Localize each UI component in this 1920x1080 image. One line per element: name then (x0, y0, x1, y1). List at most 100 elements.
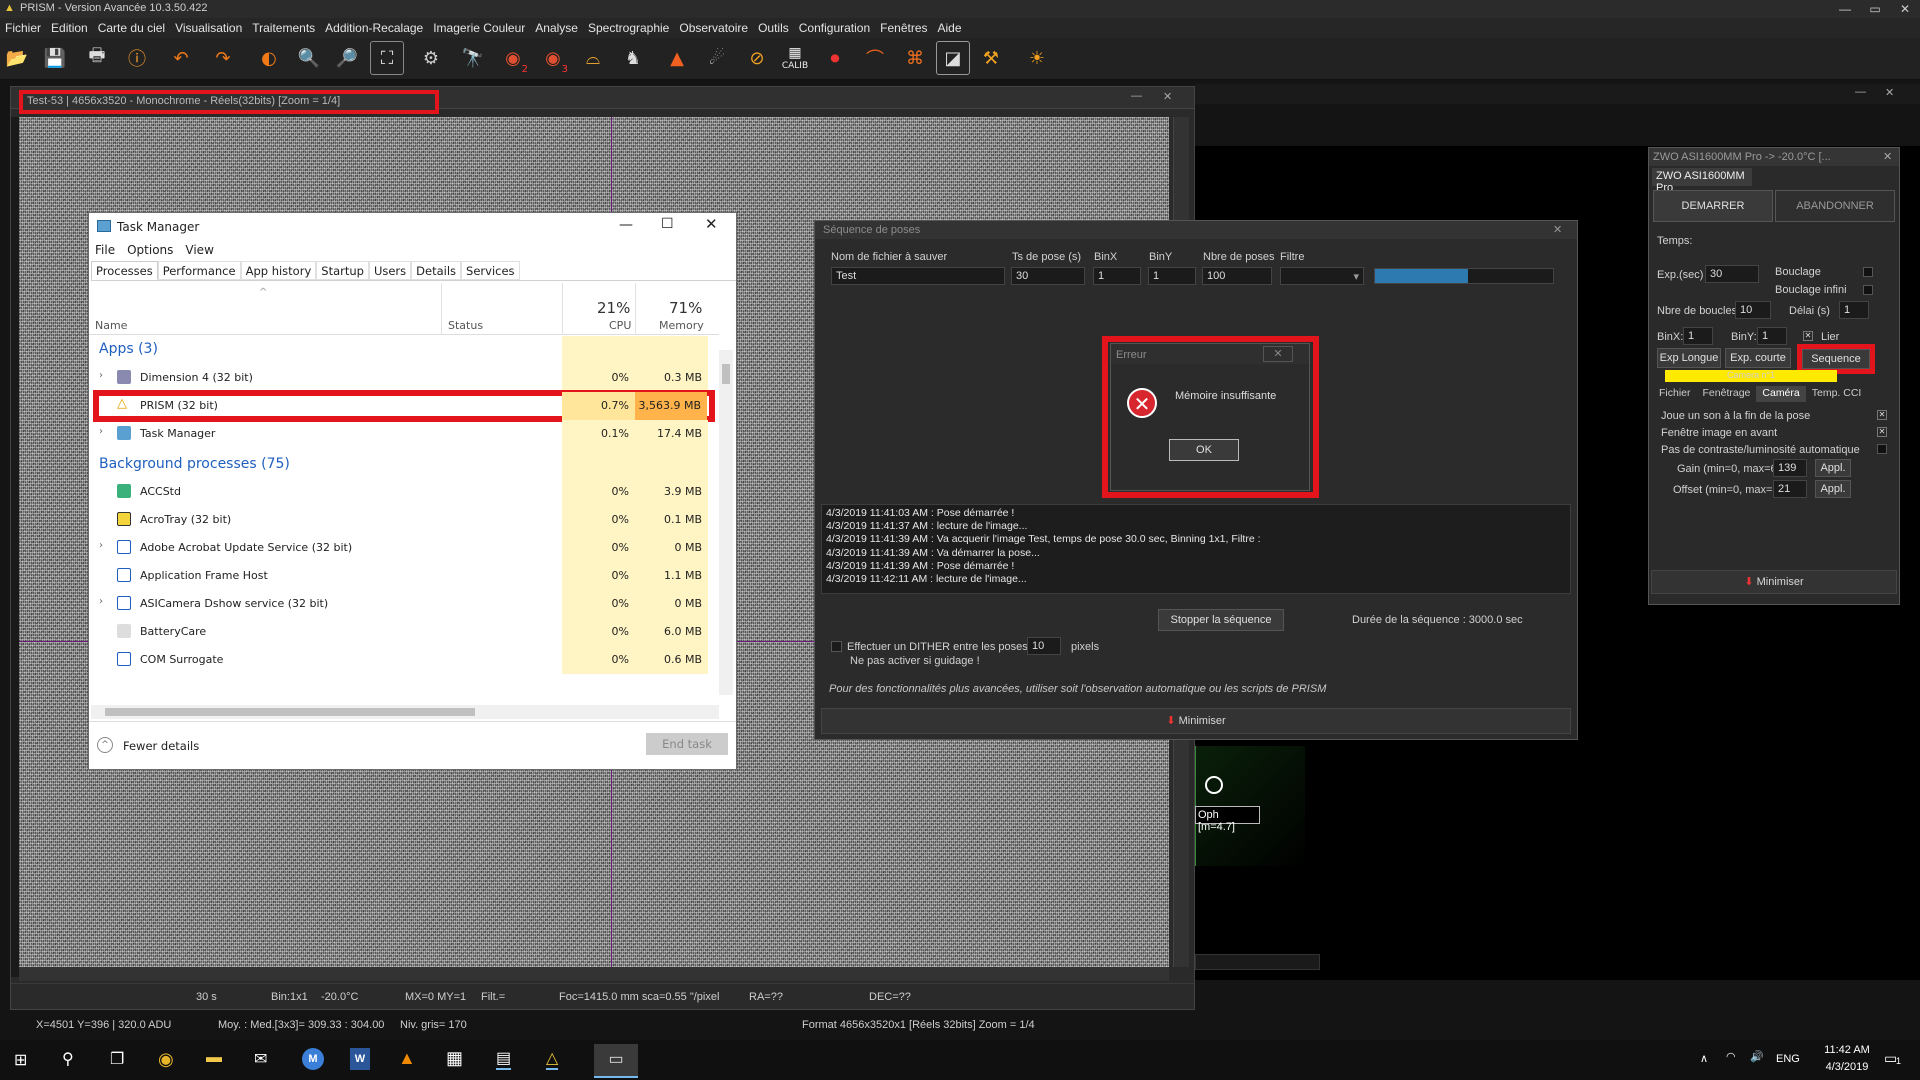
chevron-up-icon[interactable]: ^ (97, 737, 113, 753)
menu-outils[interactable]: Outils (753, 21, 794, 35)
table-row[interactable]: ACCStd 0% 3.9 MB (89, 478, 719, 506)
sequence-close-button[interactable]: ✕ (1553, 223, 1562, 236)
stop-sequence-button[interactable]: Stopper la séquence (1158, 609, 1284, 631)
clock-time[interactable]: 11:42 AM (1818, 1044, 1876, 1056)
calib-button[interactable]: ▦ CALIB (778, 41, 812, 75)
loop-count-stepper[interactable]: 10 (1735, 301, 1771, 319)
camera-model-tab[interactable]: ZWO ASI1600MM Pro (1652, 168, 1752, 194)
chevron-right-icon[interactable]: › (99, 540, 103, 551)
sky-icon[interactable]: ☄ (700, 41, 734, 75)
tab-app-history[interactable]: App history (240, 261, 317, 280)
tm-horizontal-scrollbar[interactable] (91, 705, 719, 719)
tab-users[interactable]: Users (368, 261, 412, 280)
col-cpu[interactable]: CPU (609, 319, 631, 332)
tab-temp[interactable]: Temp. CCI (1806, 386, 1868, 402)
delay-stepper[interactable]: 1 (1839, 301, 1869, 319)
image-minimize-button[interactable]: — (1131, 90, 1142, 102)
telescope-icon[interactable]: 🔭 (456, 41, 490, 75)
tab-processes[interactable]: Processes (91, 261, 158, 280)
menu-spectrographie[interactable]: Spectrographie (583, 21, 674, 35)
mail-icon[interactable]: ✉ (254, 1049, 267, 1069)
exposure-select[interactable]: 30 (1705, 265, 1759, 283)
gain-input[interactable]: 139 (1773, 459, 1807, 477)
sky-map-scrollbar[interactable] (1195, 954, 1320, 970)
table-row[interactable]: Application Frame Host 0% 1.1 MB (89, 562, 719, 590)
tab-fenetrage[interactable]: Fenêtrage (1697, 386, 1757, 402)
tm-menu-file[interactable]: File (95, 243, 115, 257)
long-exposure-button[interactable]: Exp Longue (1657, 348, 1721, 368)
clock-date[interactable]: 4/3/2019 (1818, 1061, 1876, 1073)
menu-configuration[interactable]: Configuration (794, 21, 875, 35)
menu-observatoire[interactable]: Observatoire (674, 21, 753, 35)
menu-addition-recalage[interactable]: Addition-Recalage (320, 21, 428, 35)
task-view-icon[interactable]: ❐ (110, 1049, 124, 1069)
filename-input[interactable]: Test (831, 267, 1005, 285)
chevron-right-icon[interactable]: › (99, 370, 103, 381)
ok-button[interactable]: OK (1169, 439, 1239, 461)
record-icon[interactable]: ⏺ (818, 41, 852, 75)
tm-minimize-button[interactable]: — (619, 217, 633, 233)
contrast-checkbox[interactable] (1877, 444, 1887, 454)
chevron-right-icon[interactable]: › (99, 596, 103, 607)
tm-maximize-button[interactable]: ☐ (661, 216, 674, 232)
menu-fichier[interactable]: Fichier (0, 21, 46, 35)
open-icon[interactable]: 📂 (0, 41, 34, 75)
wifi-icon[interactable]: ◠ (1726, 1050, 1736, 1063)
info-icon[interactable]: ⓘ (120, 41, 154, 75)
sequence-button[interactable]: Sequence (1802, 349, 1870, 369)
script-icon[interactable]: ⌘ (898, 41, 932, 75)
m-app-icon[interactable]: M (302, 1048, 324, 1070)
table-row[interactable]: › Task Manager 0.1% 17.4 MB (89, 420, 719, 448)
chevron-up-icon[interactable]: ∧ (1700, 1052, 1708, 1065)
offset-input[interactable]: 21 (1773, 480, 1807, 498)
end-task-button[interactable]: End task (646, 733, 728, 755)
camera-2-icon[interactable]: ◉ 2 (496, 41, 530, 76)
calculator-icon[interactable]: ▦ (446, 1048, 463, 1069)
table-row[interactable]: AcroTray (32 bit) 0% 0.1 MB (89, 506, 719, 534)
filter-wheel-icon[interactable]: ⚙ (414, 41, 448, 75)
task-manager-taskbar-icon[interactable]: ▤ (496, 1048, 512, 1070)
language-indicator[interactable]: ENG (1776, 1053, 1800, 1065)
gain-apply-button[interactable]: Appl. (1815, 459, 1851, 477)
mount-icon[interactable]: ♞ (616, 41, 650, 75)
undo-icon[interactable]: ↶ (164, 41, 198, 75)
star-icon[interactable]: ☀ (1020, 41, 1054, 75)
word-icon[interactable]: W (350, 1048, 370, 1070)
prism-taskbar-icon[interactable]: △ (546, 1048, 559, 1070)
zoom-out-icon[interactable]: 🔎 (330, 41, 364, 75)
table-row-prism[interactable]: △ PRISM (32 bit) 0.7% 3,563.9 MB (93, 390, 715, 422)
tab-performance[interactable]: Performance (157, 261, 241, 280)
minimize-button[interactable]: — (1830, 0, 1860, 18)
horizontal-scrollbar[interactable] (19, 967, 1169, 981)
windows-start-icon[interactable]: ⊞ (14, 1050, 27, 1070)
menu-carte-du-ciel[interactable]: Carte du ciel (93, 21, 170, 35)
dither-checkbox[interactable] (831, 641, 842, 652)
tm-menu-view[interactable]: View (185, 243, 213, 257)
tm-close-button[interactable]: ✕ (705, 215, 718, 233)
table-row[interactable]: › Adobe Acrobat Update Service (32 bit) … (89, 534, 719, 562)
table-row[interactable]: COM Surrogate 0% 0.6 MB (89, 646, 719, 674)
loop-checkbox[interactable] (1863, 267, 1873, 277)
tm-vertical-scrollbar[interactable] (719, 350, 733, 695)
file-explorer-icon[interactable]: ▬ (206, 1049, 222, 1067)
tab-services[interactable]: Services (461, 261, 520, 280)
binx-stepper[interactable]: 1 (1683, 327, 1713, 345)
maximize-button[interactable]: ▭ (1860, 0, 1890, 18)
camera-3-icon[interactable]: ◉ 3 (536, 41, 570, 76)
flame-icon[interactable]: ▲ (660, 41, 694, 75)
col-name[interactable]: Name (95, 319, 127, 332)
image-close-button[interactable]: ✕ (1163, 90, 1172, 103)
volume-icon[interactable]: 🔊 (1750, 1050, 1764, 1063)
frame-icon[interactable]: ◪ (936, 41, 970, 75)
window-front-checkbox[interactable]: ✕ (1877, 427, 1887, 437)
chevron-right-icon[interactable]: › (99, 426, 103, 437)
table-row[interactable]: › Dimension 4 (32 bit) 0% 0.3 MB (89, 364, 719, 392)
col-status[interactable]: Status (448, 319, 483, 332)
count-stepper[interactable]: 100 (1202, 267, 1272, 285)
mdi-minimize-button[interactable]: — (1855, 86, 1866, 98)
link-checkbox[interactable]: ✕ (1803, 331, 1813, 341)
fewer-details-link[interactable]: Fewer details (123, 739, 199, 753)
redo-icon[interactable]: ↷ (206, 41, 240, 75)
tm-menu-options[interactable]: Options (127, 243, 173, 257)
tab-fichier[interactable]: Fichier (1653, 386, 1697, 402)
